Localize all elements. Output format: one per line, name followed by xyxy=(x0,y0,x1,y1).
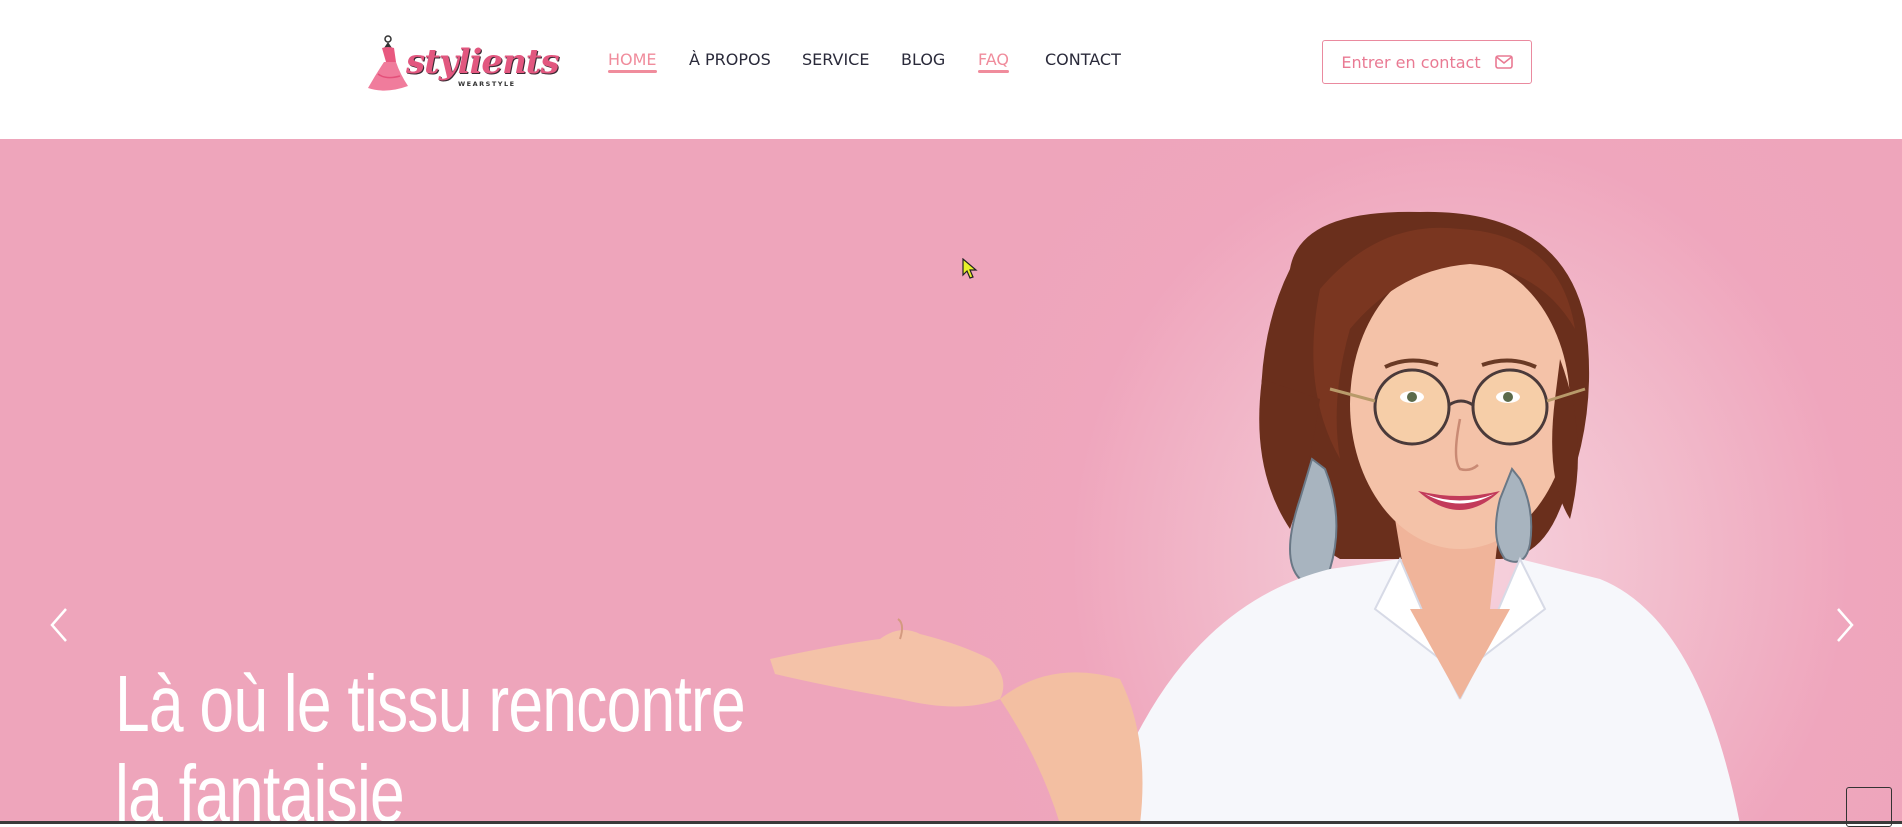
chevron-right-icon[interactable] xyxy=(1830,605,1860,645)
logo-tagline: WEARSTYLE xyxy=(458,80,516,88)
nav-item-home[interactable]: HOME xyxy=(608,50,657,77)
hero-slider: Là où le tissu rencontre la fantaisie xyxy=(0,139,1902,824)
envelope-icon xyxy=(1494,55,1513,69)
dress-logo-icon xyxy=(368,35,408,91)
logo-wordmark: stylients xyxy=(406,42,560,82)
nav-item-a-propos[interactable]: À PROPOS xyxy=(689,50,771,77)
contact-button[interactable]: Entrer en contact xyxy=(1322,40,1532,84)
nav-item-service[interactable]: SERVICE xyxy=(802,50,869,77)
chevron-left-icon[interactable] xyxy=(44,605,74,645)
hero-headline-line2: la fantaisie xyxy=(115,749,405,824)
hero-headline: Là où le tissu rencontre la fantaisie xyxy=(115,659,746,824)
nav-item-blog[interactable]: BLOG xyxy=(901,50,945,77)
back-to-top-button[interactable] xyxy=(1846,787,1892,827)
site-header: stylients WEARSTYLE HOME À PROPOS SERVIC… xyxy=(0,0,1902,139)
hero-headline-line1: Là où le tissu rencontre xyxy=(115,659,746,748)
contact-button-label: Entrer en contact xyxy=(1341,52,1481,72)
nav-item-contact[interactable]: CONTACT xyxy=(1045,50,1121,77)
site-logo[interactable]: stylients WEARSTYLE xyxy=(366,34,572,92)
nav-item-faq[interactable]: FAQ xyxy=(978,50,1009,77)
mouse-cursor-icon xyxy=(962,258,978,279)
